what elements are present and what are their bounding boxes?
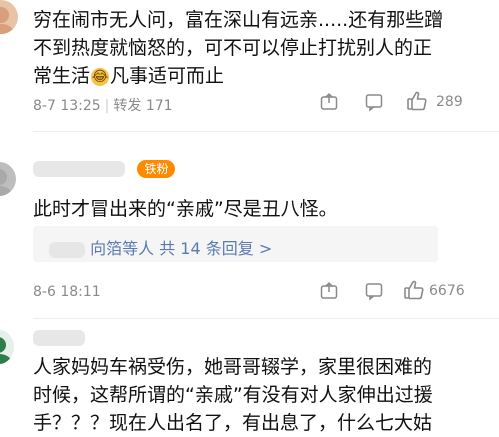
comment-date: 8-7 13:25 xyxy=(33,98,101,114)
divider xyxy=(33,131,499,132)
avatar-head xyxy=(0,7,9,23)
divider xyxy=(33,318,499,319)
comment-text: 穷在闹市无人问，富在深山有远亲.....还有那些蹭 不到热度就恼怒的，可不可以停… xyxy=(33,6,487,90)
avatar-head xyxy=(0,337,6,353)
comment-text: 此时才冒出来的“亲戚”尽是丑八怪。 xyxy=(33,198,338,220)
comment-icon[interactable] xyxy=(363,280,385,302)
comment-line-2: 不到热度就恼怒的，可不可以停止打扰别人的正 xyxy=(33,37,433,59)
like-icon[interactable] xyxy=(402,278,426,302)
share-icon-svg xyxy=(320,92,338,110)
reply-summary[interactable]: 向箔等人 共 14 条回复 > xyxy=(49,235,272,259)
comment-line-3: 手？？？现在人出名了，有出息了，什么七大姑 xyxy=(33,412,433,434)
chevron-right-icon: > xyxy=(258,239,273,258)
face-with-tears-of-joy-icon: 😂 xyxy=(91,67,110,86)
comment-line-3-before: 常生活 xyxy=(33,65,91,87)
comment-meta: 8-6 18:11 xyxy=(33,284,101,300)
comment-icon[interactable] xyxy=(363,91,385,113)
comment-icon-svg xyxy=(365,283,383,301)
share-icon[interactable] xyxy=(318,91,340,113)
comment-line-1: 穷在闹市无人问，富在深山有远亲.....还有那些蹭 xyxy=(33,9,444,31)
avatar-head xyxy=(0,169,7,185)
comment-meta: 8-7 13:25 | 转发 171 xyxy=(33,95,173,115)
repost-count[interactable]: 转发 171 xyxy=(113,98,172,114)
comment-date: 8-6 18:11 xyxy=(33,284,101,300)
username[interactable]: 铁粉 xyxy=(33,160,176,178)
like-icon[interactable] xyxy=(405,89,429,113)
reply-count: 共 14 条回复 xyxy=(159,239,254,258)
meta-separator: | xyxy=(104,98,110,114)
like-count: 6676 xyxy=(429,283,465,299)
fan-badge: 铁粉 xyxy=(137,160,176,178)
comment-text: 人家妈妈车祸受伤，她哥哥辍学，家里很困难的 时候，这帮所谓的“亲戚”有没有对人家… xyxy=(33,353,487,437)
share-icon[interactable] xyxy=(318,280,340,302)
share-icon-svg xyxy=(320,281,338,299)
avatar-body xyxy=(0,24,14,34)
comment-line-1: 人家妈妈车祸受伤，她哥哥辍学，家里很困难的 xyxy=(33,356,433,378)
reply-user-redacted xyxy=(49,241,85,258)
comment-line-3: 常生活 😂凡事适可而止 xyxy=(33,62,487,90)
avatar[interactable] xyxy=(0,330,14,364)
avatar-body xyxy=(0,354,12,364)
username[interactable] xyxy=(33,330,85,346)
username-redacted xyxy=(33,330,85,346)
like-icon-svg xyxy=(404,280,424,300)
like-icon-svg xyxy=(407,91,427,111)
avatar[interactable] xyxy=(0,0,18,34)
like-count: 289 xyxy=(436,94,463,110)
comment-line-3-after: 凡事适可而止 xyxy=(110,65,225,87)
username-redacted xyxy=(33,161,125,177)
avatar-body xyxy=(0,186,12,196)
avatar[interactable] xyxy=(0,162,16,196)
comment-icon-svg xyxy=(365,94,383,112)
comment-line-2: 时候，这帮所谓的“亲戚”有没有对人家伸出过援 xyxy=(33,384,433,406)
reply-users: 向箔等人 xyxy=(90,239,155,258)
reply-preview[interactable]: 向箔等人 共 14 条回复 > xyxy=(33,226,438,262)
